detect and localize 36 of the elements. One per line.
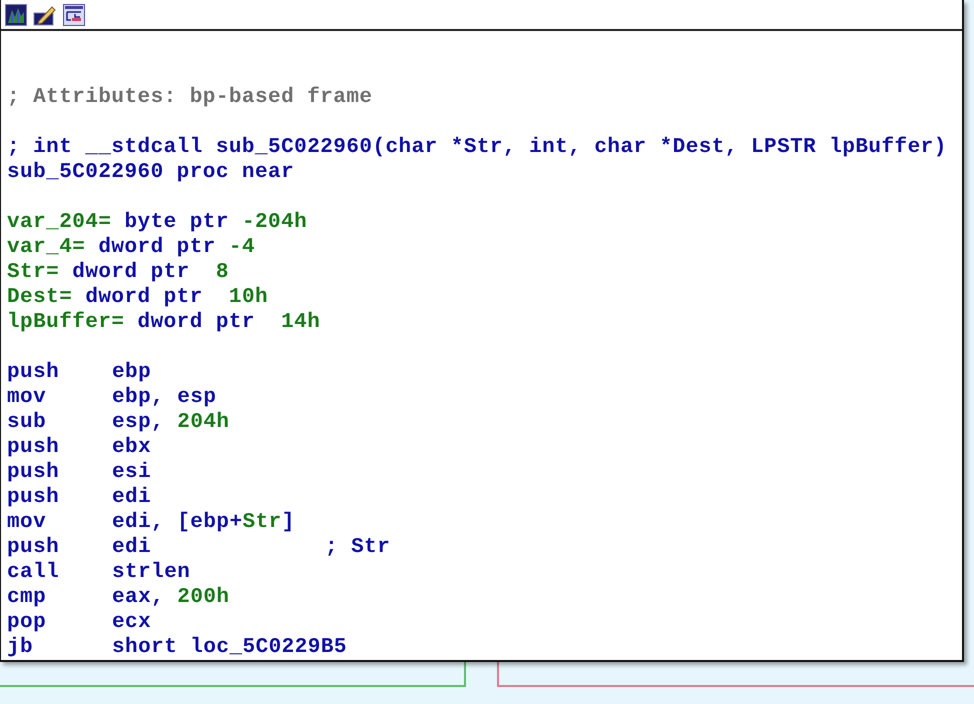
instruction-operands: esp, 204h — [112, 410, 230, 435]
instruction-mnemonic: jb — [7, 635, 34, 660]
code-line: lpBuffer= dword ptr 14h — [7, 310, 320, 335]
code-line: ; Attributes: bp-based frame — [7, 85, 372, 110]
pencil-icon[interactable] — [33, 4, 57, 26]
code-line: var_204= byte ptr -204h — [7, 210, 308, 235]
flowchart-icon[interactable] — [63, 4, 85, 26]
instruction-mnemonic: pop — [7, 610, 48, 635]
instruction-mnemonic: sub — [7, 410, 48, 435]
instruction-mnemonic: push — [7, 435, 60, 460]
code-line: sub_5C022960 proc near — [7, 160, 294, 185]
instruction-operands: strlen — [112, 560, 192, 585]
instruction-operands: ebx — [112, 435, 152, 460]
instruction-mnemonic: push — [7, 460, 60, 485]
instruction-operands: ecx — [112, 610, 152, 635]
instruction-operands: edi, [ebp+Str] — [112, 510, 296, 535]
instruction-operands: esi — [112, 460, 152, 485]
instruction-operands: ebp — [112, 360, 152, 385]
instruction-operands: edi — [112, 535, 152, 560]
code-line: Str= dword ptr 8 — [7, 260, 229, 285]
instruction-mnemonic: push — [7, 485, 60, 510]
code-line: ; int __stdcall sub_5C022960(char *Str, int, char *Dest, LPSTR lpBuffer) — [7, 135, 947, 160]
instruction-mnemonic: mov — [7, 510, 48, 535]
code-comment: ; Str — [325, 535, 390, 560]
instruction-operands: edi — [112, 485, 152, 510]
instruction-mnemonic: cmp — [7, 585, 48, 610]
instruction-operands: eax, 200h — [112, 585, 230, 610]
code-line: var_4= dword ptr -4 — [7, 235, 255, 260]
code-line: Dest= dword ptr 10h — [7, 285, 268, 310]
instruction-operands: short loc_5C0229B5 — [112, 635, 347, 660]
chart-icon[interactable] — [5, 4, 27, 26]
instruction-mnemonic: call — [7, 560, 60, 585]
instruction-mnemonic: push — [7, 360, 60, 385]
instruction-operands: ebp, esp — [112, 385, 218, 410]
instruction-mnemonic: push — [7, 535, 60, 560]
instruction-mnemonic: mov — [7, 385, 48, 410]
